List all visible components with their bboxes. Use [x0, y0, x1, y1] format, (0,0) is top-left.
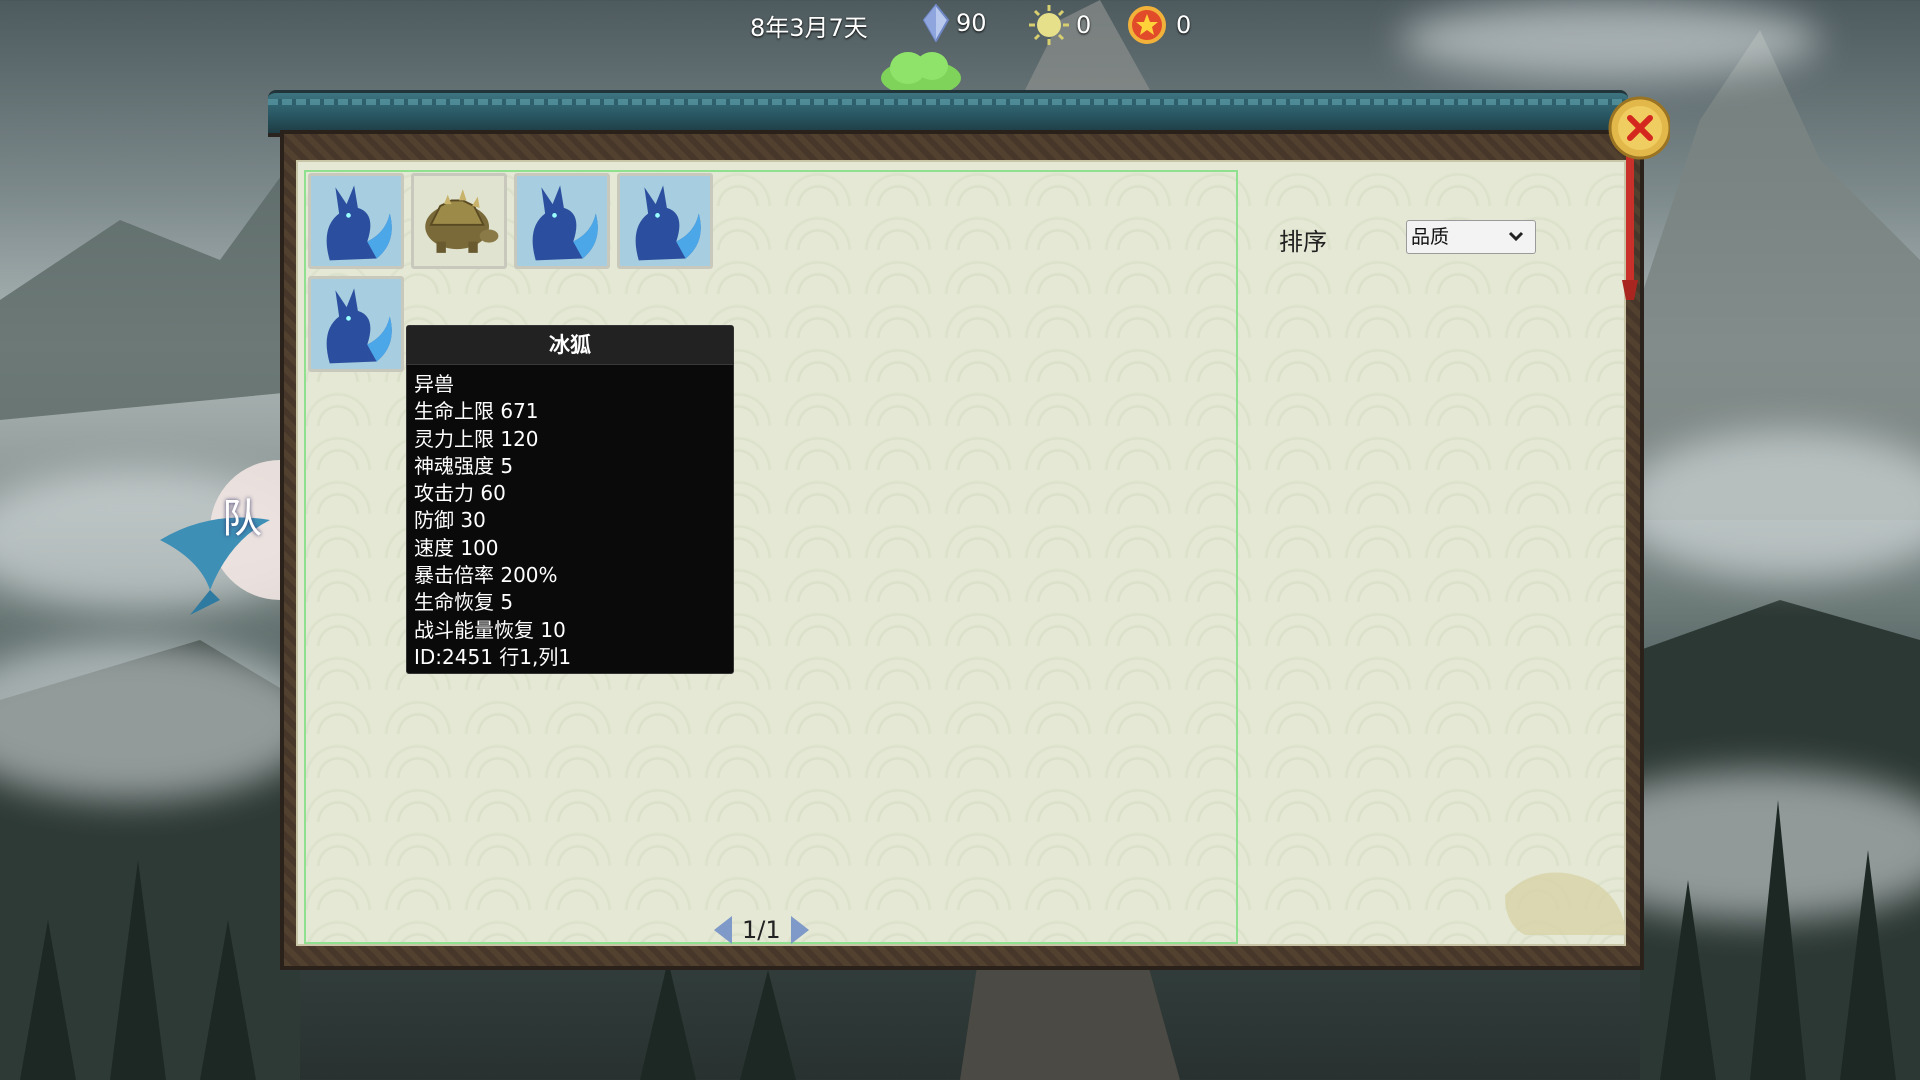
sort-dropdown[interactable]: 品质 [1406, 220, 1536, 254]
sun-counter: 0 [1028, 4, 1091, 46]
tooltip-line-energy-regen: 战斗能量恢复 10 [414, 617, 566, 642]
tooltip-line-id: ID:2451 行1,列1 [414, 644, 572, 669]
tooltip-line-speed: 速度 100 [414, 535, 499, 560]
pet-slot-ice-fox[interactable] [308, 173, 404, 269]
tooltip-line-max-hp: 生命上限 671 [414, 399, 539, 424]
medal-counter: 0 [1124, 4, 1191, 46]
page-indicator: 1/1 [742, 916, 781, 944]
tooltip-line-max-mana: 灵力上限 120 [414, 426, 539, 451]
turtle-icon [414, 176, 504, 266]
game-date: 8年3月7天 [750, 14, 868, 42]
prev-page-button[interactable] [714, 916, 732, 944]
pet-slot-ice-fox[interactable] [617, 173, 713, 269]
swallow-icon [160, 460, 350, 615]
medal-count: 0 [1176, 11, 1192, 39]
pagination: 1/1 [714, 912, 809, 948]
ice-fox-icon [517, 176, 607, 266]
ice-fox-icon [620, 176, 710, 266]
chevron-down-icon [1508, 231, 1524, 242]
next-page-button[interactable] [790, 916, 809, 944]
pet-slot-ice-fox[interactable] [308, 276, 404, 372]
pet-slot-turtle[interactable] [411, 173, 507, 269]
spirit-stone-counter: 90 [922, 4, 987, 42]
pet-slot-ice-fox[interactable] [514, 173, 610, 269]
close-button[interactable] [1590, 90, 1670, 300]
tooltip-line-attack: 攻击力 60 [414, 481, 506, 506]
ice-fox-icon [311, 176, 401, 266]
tooltip-line-defense: 防御 30 [414, 508, 486, 533]
tooltip-line-soul-strength: 神魂强度 5 [414, 453, 514, 478]
sun-icon [1029, 5, 1069, 45]
sun-count: 0 [1076, 11, 1092, 39]
team-label: 队 [222, 496, 262, 542]
pet-tooltip: 冰狐 异兽 生命上限 671 灵力上限 120 神魂强度 5 攻击力 60 防御… [406, 325, 734, 674]
tooltip-line-hp-regen: 生命恢复 5 [414, 590, 514, 615]
spirit-stone-count: 90 [956, 9, 987, 37]
tooltip-stats: 异兽 生命上限 671 灵力上限 120 神魂强度 5 攻击力 60 防御 30… [407, 365, 733, 671]
cloud-swirl-icon [1505, 872, 1625, 935]
sort-label: 排序 [1279, 228, 1327, 256]
tooltip-line-type: 异兽 [414, 372, 454, 396]
tooltip-line-crit-multiplier: 暴击倍率 200% [414, 563, 558, 588]
ice-fox-icon [311, 279, 401, 369]
team-badge[interactable]: 队 [150, 430, 350, 620]
tooltip-title: 冰狐 [407, 326, 733, 365]
spirit-stone-icon [922, 4, 950, 42]
medal-icon [1128, 6, 1166, 44]
sort-selected-value: 品质 [1411, 226, 1450, 248]
